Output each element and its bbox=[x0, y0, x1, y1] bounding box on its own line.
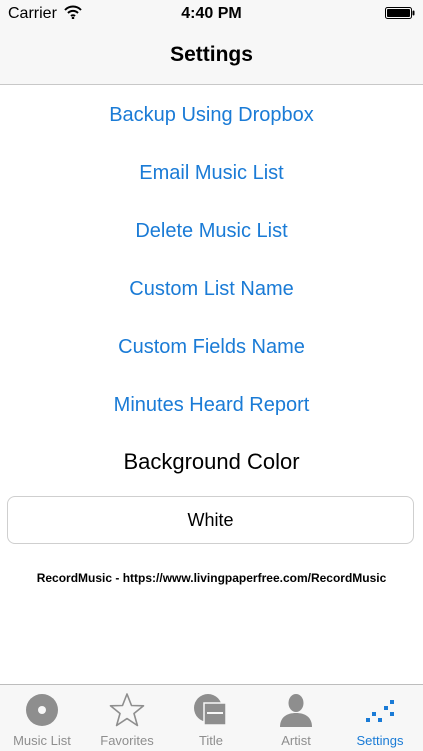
footer-url: RecordMusic - https://www.livingpaperfre… bbox=[36, 571, 387, 585]
backup-dropbox-link[interactable]: Backup Using Dropbox bbox=[0, 104, 423, 127]
tab-label: Favorites bbox=[100, 733, 154, 748]
tab-settings[interactable]: Settings bbox=[338, 685, 422, 751]
record-icon bbox=[26, 694, 58, 726]
background-color-button[interactable]: White bbox=[7, 496, 414, 544]
page-title: Settings bbox=[170, 43, 253, 66]
tab-artist[interactable]: Artist bbox=[254, 685, 338, 751]
battery-icon bbox=[385, 7, 415, 19]
email-music-list-link[interactable]: Email Music List bbox=[0, 162, 423, 185]
custom-fields-name-link[interactable]: Custom Fields Name bbox=[0, 336, 423, 359]
navigation-bar: Settings bbox=[0, 26, 423, 85]
delete-music-list-link[interactable]: Delete Music List bbox=[0, 220, 423, 243]
tab-label: Artist bbox=[281, 733, 311, 748]
tab-favorites[interactable]: Favorites bbox=[85, 685, 169, 751]
custom-list-name-link[interactable]: Custom List Name bbox=[0, 278, 423, 301]
status-bar: Carrier 4:40 PM bbox=[0, 0, 423, 26]
tab-label: Settings bbox=[356, 733, 404, 748]
tab-bar: Music List Favorites Title Artist Settin… bbox=[0, 684, 423, 751]
status-time: 4:40 PM bbox=[181, 5, 242, 22]
settings-icon bbox=[366, 700, 394, 722]
tab-label: Title bbox=[198, 733, 224, 748]
tab-label: Music List bbox=[13, 733, 71, 748]
tab-title[interactable]: Title bbox=[169, 685, 253, 751]
star-icon bbox=[109, 693, 145, 727]
background-color-label: Background Color bbox=[123, 449, 300, 474]
person-icon bbox=[280, 694, 312, 727]
title-icon bbox=[194, 694, 227, 726]
minutes-heard-report-link[interactable]: Minutes Heard Report bbox=[0, 394, 423, 417]
tab-music-list[interactable]: Music List bbox=[0, 685, 84, 751]
